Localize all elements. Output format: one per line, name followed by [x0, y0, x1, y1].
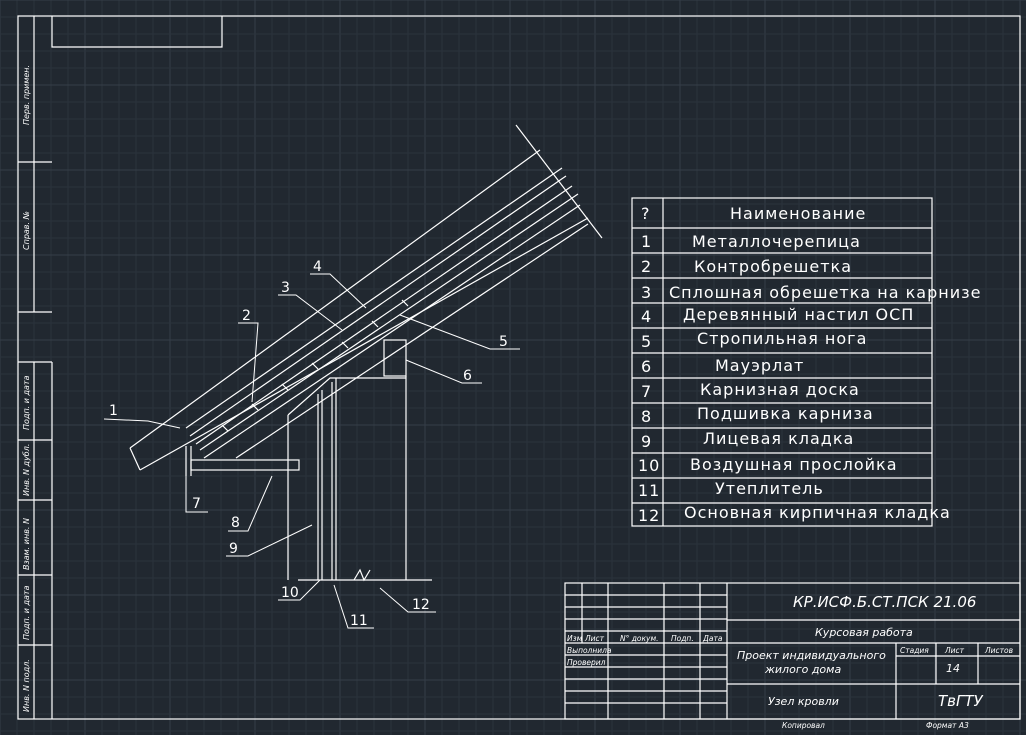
- spec-row-name: Лицевая кладка: [703, 429, 854, 448]
- project-name-line1: Проект индивидуального: [737, 649, 886, 662]
- spec-row-number: 4: [641, 307, 652, 326]
- row-vypolnil: Выполнила: [567, 646, 612, 655]
- spec-row-name: Металлочерепица: [692, 232, 861, 251]
- leader-lines: [103, 273, 520, 629]
- copied-by: Копировал: [782, 721, 825, 730]
- stamp-perv-primen: Перв. примен.: [22, 65, 31, 125]
- callout-8: 8: [231, 515, 240, 531]
- col-doc: N° докум.: [620, 634, 659, 643]
- spec-row-name: Карнизная доска: [700, 380, 860, 399]
- sheet-number: 14: [946, 662, 960, 675]
- stamp-vzam-inv: Взам. инв. N: [22, 518, 31, 570]
- brick-wall: [287, 376, 432, 582]
- stamp-inv-dubl: Инв. N дубл.: [22, 444, 31, 496]
- callout-3: 3: [281, 280, 290, 296]
- spec-row-number: 3: [641, 283, 652, 302]
- callout-6: 6: [463, 368, 472, 384]
- spec-row-number: 5: [641, 332, 652, 351]
- col-list: Лист: [584, 634, 605, 643]
- eave-soffit: [190, 459, 300, 471]
- organization: ТвГТУ: [938, 692, 984, 710]
- listov-label: Листов: [984, 646, 1013, 655]
- row-proveril: Проверил: [567, 658, 606, 667]
- stamp-podp-data-2: Подп. и дата: [22, 585, 31, 640]
- document-code: КР.ИСФ.Б.СТ.ПСК 21.06: [793, 593, 976, 611]
- spec-row-name: Деревянный настил ОСП: [683, 305, 914, 324]
- spec-row-name: Подшивка карниза: [697, 404, 874, 423]
- col-data: Дата: [702, 634, 723, 643]
- spec-row-number: 1: [641, 232, 652, 251]
- callout-4: 4: [313, 259, 322, 275]
- spec-row-name: Контробрешетка: [694, 257, 852, 276]
- stamp-sprav-no: Справ. №: [22, 211, 31, 250]
- spec-row-number: 6: [641, 357, 652, 376]
- spec-header-number: ?: [641, 204, 651, 223]
- spec-row-name: Воздушная прослойка: [690, 455, 898, 474]
- callout-1: 1: [109, 403, 118, 419]
- work-type: Курсовая работа: [815, 626, 913, 639]
- callouts: 1 2 3 4 5 6 7 8 9 10 11 12: [109, 259, 508, 629]
- spec-row-name: Основная кирпичная кладка: [684, 503, 951, 522]
- spec-row-name: Мауэрлат: [715, 356, 804, 375]
- list-label: Лист: [944, 646, 965, 655]
- col-izm: Изм: [567, 634, 583, 643]
- callout-11: 11: [350, 613, 368, 629]
- callout-9: 9: [229, 541, 238, 557]
- specification-table: ? Наименование 1 Металлочерепица 2 Контр…: [631, 197, 981, 527]
- spec-row-number: 2: [641, 257, 652, 276]
- callout-12: 12: [412, 597, 430, 613]
- project-name-line2: жилого дома: [764, 663, 841, 676]
- callout-7: 7: [192, 496, 201, 512]
- callout-10: 10: [281, 585, 299, 601]
- title-block: КР.ИСФ.Б.СТ.ПСК 21.06 Курсовая работа Из…: [564, 582, 1021, 730]
- format: Формат А3: [926, 721, 969, 730]
- spec-row-name: Утеплитель: [715, 479, 824, 498]
- col-podp: Подп.: [671, 634, 694, 643]
- callout-2: 2: [242, 308, 251, 324]
- spec-row-number: 9: [641, 432, 652, 451]
- model-grid: [0, 0, 1026, 735]
- sheet-frame: [17, 15, 1021, 720]
- stamp-podp-data-1: Подп. и дата: [22, 375, 31, 430]
- spec-row-number: 12: [638, 506, 660, 525]
- drawing-canvas: Перв. примен. Справ. № Подп. и дата Инв.…: [0, 0, 1026, 735]
- stamp-inv-podl: Инв. N подл.: [22, 659, 31, 712]
- spec-row-number: 8: [641, 407, 652, 426]
- callout-5: 5: [499, 334, 508, 350]
- stadiya-label: Стадия: [900, 646, 929, 655]
- spec-row-number: 10: [638, 456, 660, 475]
- spec-row-number: 11: [638, 481, 660, 500]
- sheet-title: Узел кровли: [768, 695, 839, 708]
- spec-row-name: Стропильная нога: [697, 329, 867, 348]
- spec-header-name: Наименование: [730, 204, 866, 223]
- spec-row-number: 7: [641, 382, 652, 401]
- rafter: [203, 204, 589, 459]
- spec-row-name: Сплошная обрешетка на карнизе: [669, 283, 981, 302]
